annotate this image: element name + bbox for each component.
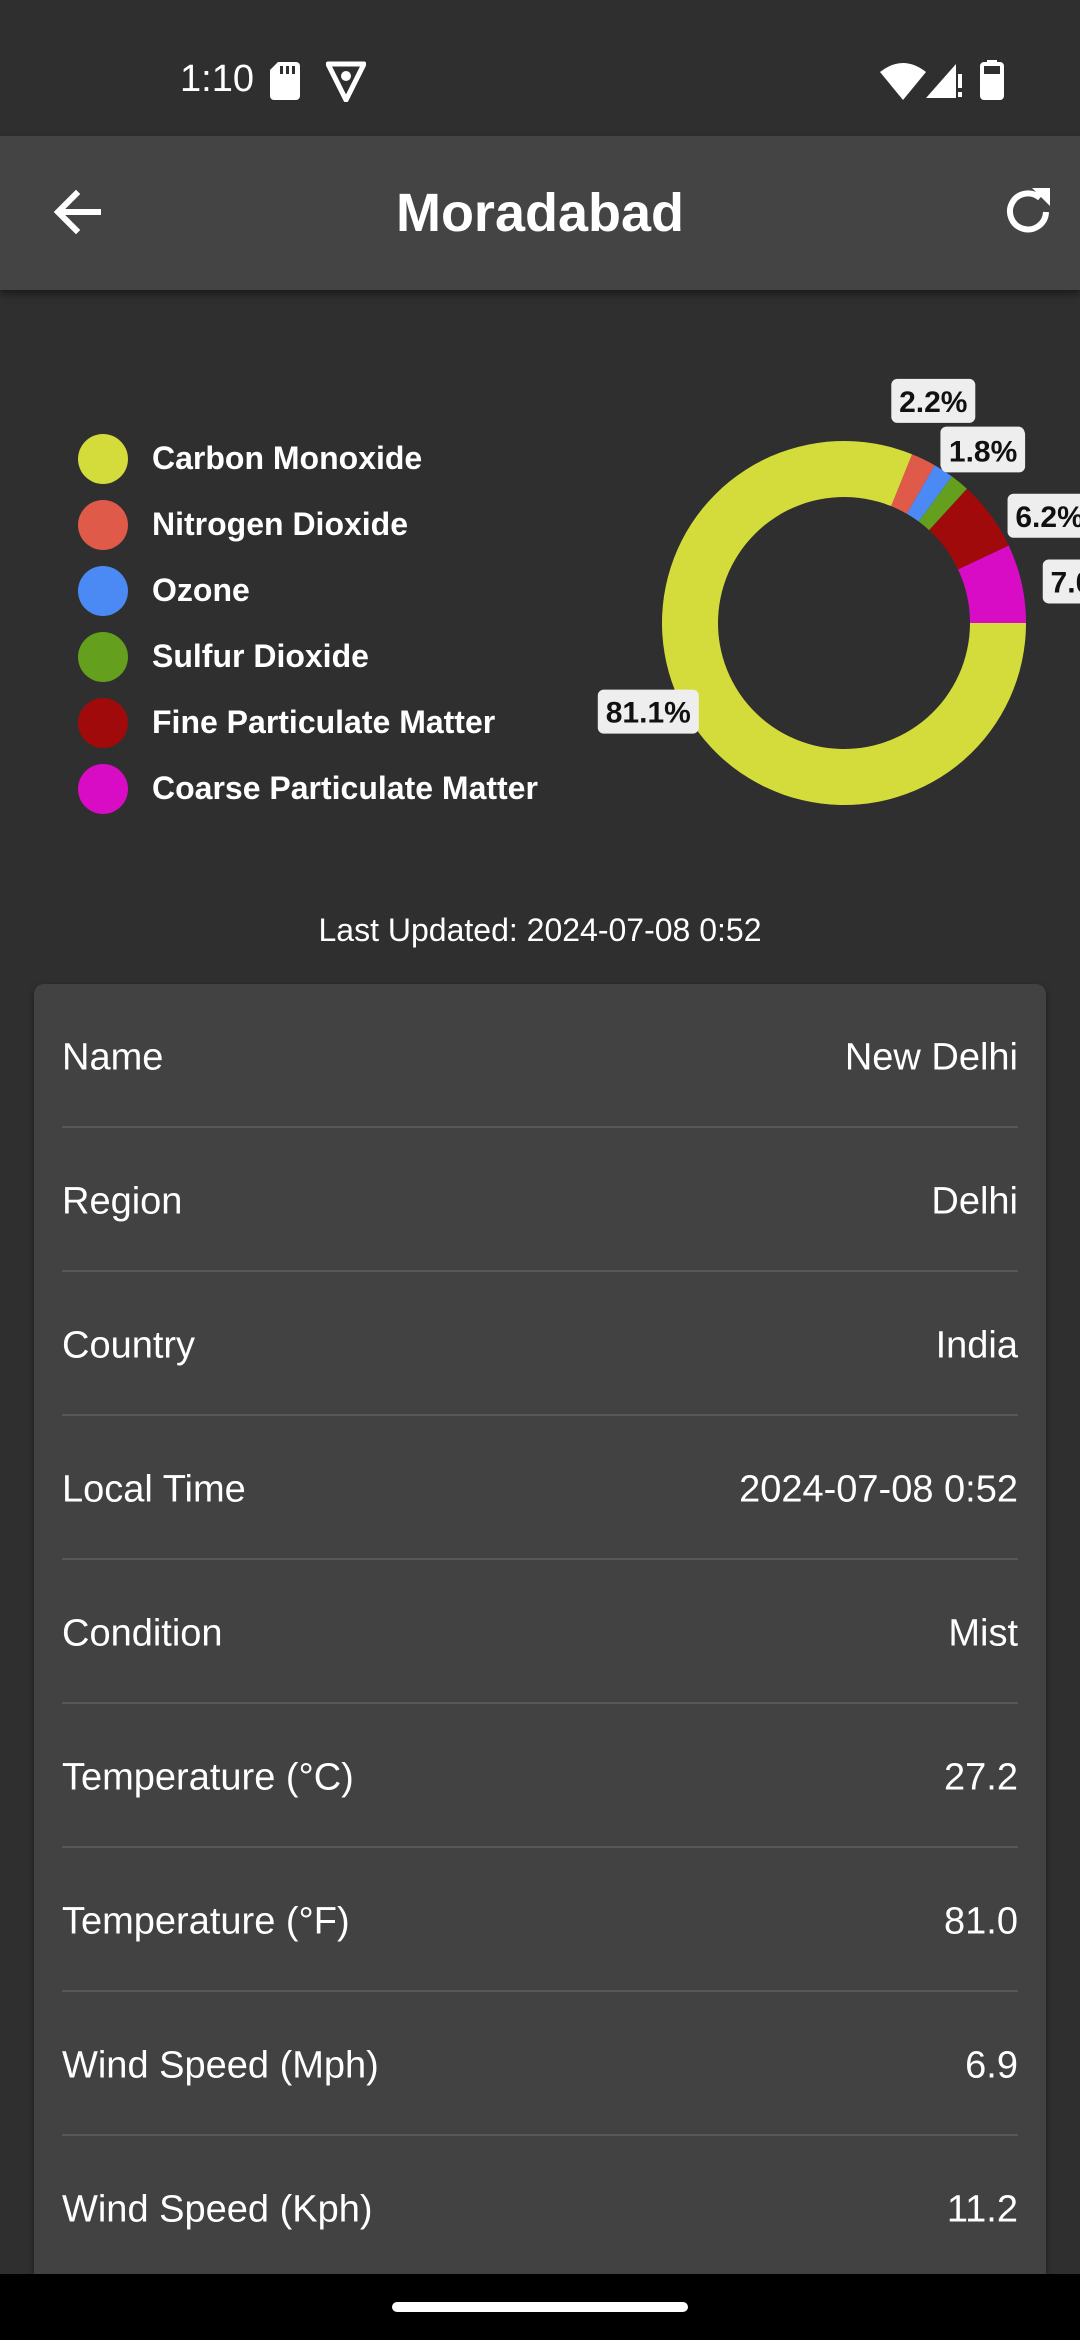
data-label-carbon-monoxide: 81.1% [597, 689, 699, 734]
legend-label: Sulfur Dioxide [152, 638, 369, 674]
data-label-ozone: 1.8% [941, 428, 1026, 473]
legend-swatch [78, 566, 128, 616]
detail-row-wind-speed-mph: Wind Speed (Mph) 6.9 [62, 1992, 1018, 2136]
data-label-nitrogen-dioxide: 2.2% [891, 378, 976, 423]
detail-value: 2024-07-08 0:52 [739, 1468, 1018, 1511]
donut-chart: 7.0%6.2%1.7%1.8%2.2%81.1% [597, 378, 1080, 805]
detail-value: Delhi [931, 1180, 1018, 1223]
detail-row-condition: Condition Mist [62, 1560, 1018, 1704]
detail-value: 6.9 [965, 2044, 1018, 2087]
battery-icon [980, 60, 1004, 100]
svg-text:6.2%: 6.2% [1015, 501, 1080, 534]
svg-text:2.2%: 2.2% [899, 386, 967, 419]
detail-label: Country [62, 1324, 196, 1367]
legend-swatch [78, 698, 128, 748]
detail-value: 81.0 [944, 1900, 1018, 1943]
data-label-coarse-particulate-matter: 7.0% [1042, 559, 1080, 604]
detail-label: Temperature (°C) [62, 1756, 354, 1799]
detail-row-wind-speed-kph: Wind Speed (Kph) 11.2 [62, 2136, 1018, 2280]
detail-value: Mist [948, 1612, 1018, 1655]
detail-row-temperature-f: Temperature (°F) 81.0 [62, 1848, 1018, 1992]
page-title: Moradabad [395, 183, 685, 243]
details-card: Name New Delhi Region Delhi Country Indi… [34, 984, 1046, 2284]
svg-text:1.8%: 1.8% [949, 435, 1017, 468]
detail-label: Temperature (°F) [62, 1900, 350, 1943]
detail-row-name: Name New Delhi [62, 984, 1018, 1128]
legend-swatch [78, 764, 128, 814]
detail-label: Name [62, 1036, 164, 1079]
detail-label: Wind Speed (Mph) [62, 2044, 379, 2087]
legend-label: Carbon Monoxide [152, 440, 423, 476]
detail-row-local-time: Local Time 2024-07-08 0:52 [62, 1416, 1018, 1560]
detail-row-country: Country India [62, 1272, 1018, 1416]
detail-label: Region [62, 1180, 183, 1223]
app-bar: Moradabad [0, 136, 1080, 290]
detail-value: 11.2 [946, 2188, 1018, 2231]
detail-label: Condition [62, 1612, 223, 1655]
detail-value: New Delhi [844, 1036, 1018, 1079]
refresh-icon[interactable] [996, 180, 1060, 244]
sd-card-icon [270, 62, 300, 100]
detail-value: India [935, 1324, 1018, 1367]
legend-label: Ozone [152, 572, 250, 608]
vpn-shield-icon [326, 61, 366, 102]
legend-label: Coarse Particulate Matter [152, 770, 538, 806]
detail-label: Wind Speed (Kph) [62, 2188, 373, 2231]
legend-label: Nitrogen Dioxide [152, 506, 409, 542]
wifi-icon [880, 63, 926, 100]
legend-label: Fine Particulate Matter [152, 704, 496, 740]
navigation-bar [0, 2274, 1080, 2340]
data-label-fine-particulate-matter: 6.2% [1007, 493, 1080, 538]
svg-text:7.0%: 7.0% [1051, 566, 1080, 599]
detail-value: 27.2 [944, 1756, 1018, 1799]
status-bar: 1:10 [0, 0, 1080, 136]
signal-icon [926, 64, 962, 98]
svg-text:81.1%: 81.1% [606, 697, 691, 730]
legend-swatch [78, 434, 128, 484]
detail-label: Local Time [62, 1468, 246, 1511]
status-time: 1:10 [180, 58, 254, 100]
detail-row-region: Region Delhi [62, 1128, 1018, 1272]
last-updated-text: Last Updated: 2024-07-08 0:52 [318, 912, 762, 948]
legend-swatch [78, 500, 128, 550]
legend-swatch [78, 632, 128, 682]
detail-row-temperature-c: Temperature (°C) 27.2 [62, 1704, 1018, 1848]
home-gesture-handle[interactable] [392, 2302, 688, 2312]
